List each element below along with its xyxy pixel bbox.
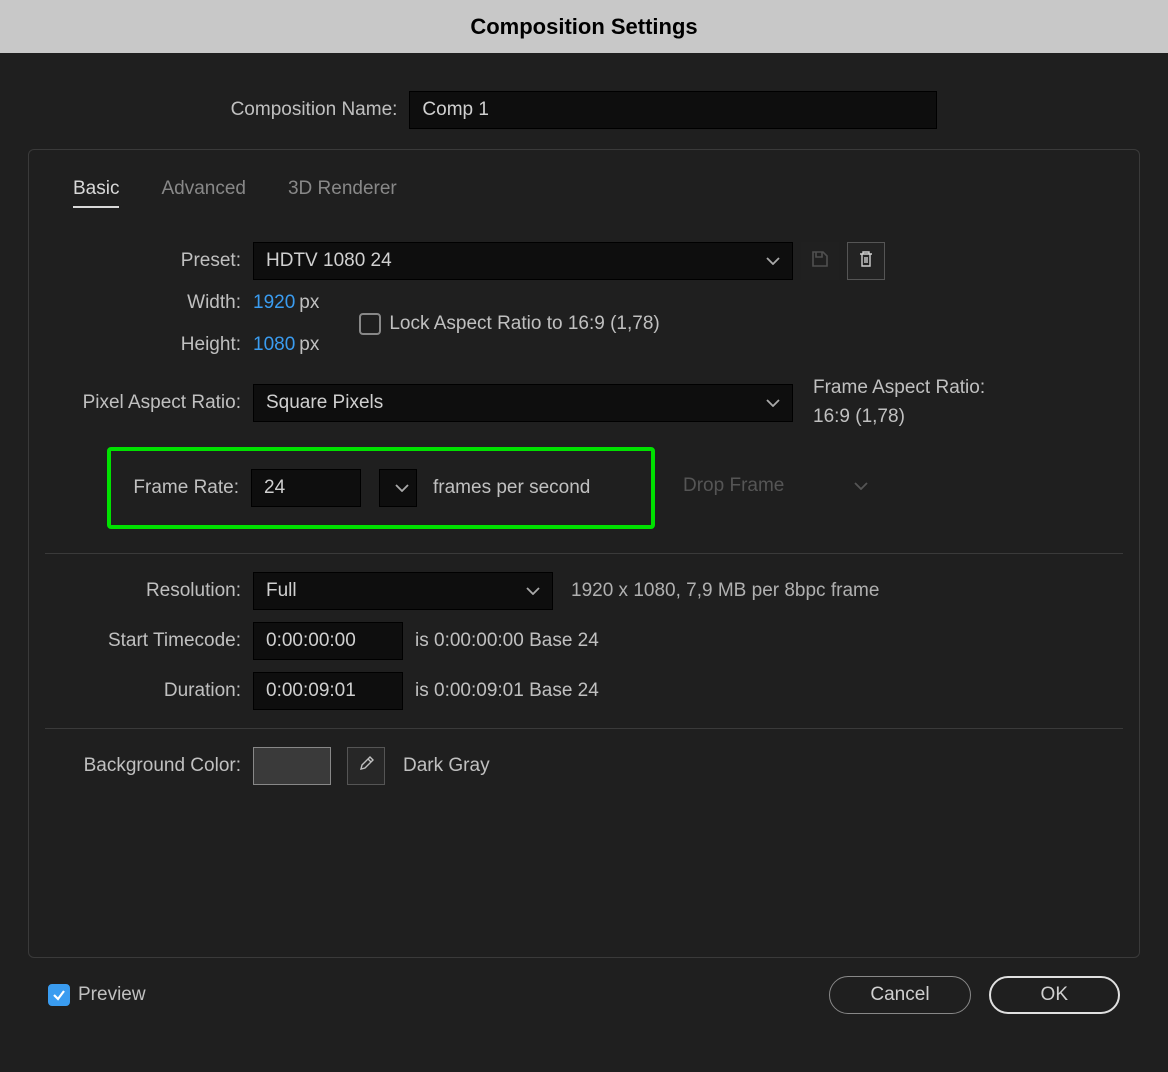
start-timecode-input[interactable] [253, 622, 403, 660]
width-value[interactable]: 1920 [253, 292, 295, 314]
duration-hint: is 0:00:09:01 Base 24 [415, 680, 599, 702]
duration-label: Duration: [45, 680, 241, 702]
pixel-aspect-dropdown[interactable]: Square Pixels [253, 384, 793, 422]
eyedropper-button[interactable] [347, 747, 385, 785]
ok-button[interactable]: OK [989, 976, 1120, 1014]
frame-rate-highlight: Frame Rate: frames per second [107, 447, 655, 529]
eyedropper-icon [356, 754, 376, 779]
drop-frame-dropdown: Drop Frame [683, 475, 868, 497]
trash-icon [856, 249, 876, 274]
frame-aspect-value: 16:9 (1,78) [813, 403, 985, 432]
resolution-label: Resolution: [45, 580, 241, 602]
preset-dropdown[interactable]: HDTV 1080 24 [253, 242, 793, 280]
background-color-label: Background Color: [45, 755, 241, 777]
pixel-aspect-value: Square Pixels [266, 392, 383, 414]
frame-rate-unit: frames per second [433, 477, 590, 499]
frame-rate-label: Frame Rate: [111, 477, 239, 499]
preset-value: HDTV 1080 24 [266, 250, 392, 272]
save-preset-button [801, 242, 839, 280]
drop-frame-label: Drop Frame [683, 475, 784, 497]
width-unit: px [299, 292, 319, 314]
chevron-down-icon [766, 257, 780, 265]
chevron-down-icon [766, 399, 780, 407]
chevron-down-icon [526, 587, 540, 595]
lock-aspect-label: Lock Aspect Ratio to 16:9 (1,78) [389, 313, 659, 335]
frame-aspect-label: Frame Aspect Ratio: [813, 374, 985, 403]
pixel-aspect-label: Pixel Aspect Ratio: [45, 392, 241, 414]
composition-name-label: Composition Name: [231, 99, 398, 121]
settings-panel: Basic Advanced 3D Renderer Preset: HDTV … [28, 149, 1140, 958]
chevron-down-icon [395, 484, 409, 492]
tab-3d-renderer[interactable]: 3D Renderer [288, 178, 397, 208]
save-preset-icon [810, 249, 830, 274]
frame-rate-dropdown[interactable] [379, 469, 417, 507]
dialog-title: Composition Settings [0, 0, 1168, 53]
preset-label: Preset: [45, 250, 241, 272]
preview-checkbox[interactable] [48, 984, 70, 1006]
frame-rate-input[interactable] [251, 469, 361, 507]
start-timecode-hint: is 0:00:00:00 Base 24 [415, 630, 599, 652]
resolution-value: Full [266, 580, 297, 602]
composition-name-input[interactable] [409, 91, 937, 129]
start-timecode-label: Start Timecode: [45, 630, 241, 652]
chevron-down-icon [854, 482, 868, 490]
height-label: Height: [45, 334, 241, 356]
cancel-button[interactable]: Cancel [829, 976, 970, 1014]
duration-input[interactable] [253, 672, 403, 710]
height-value[interactable]: 1080 [253, 334, 295, 356]
checkmark-icon [52, 988, 66, 1002]
background-color-name: Dark Gray [403, 755, 490, 777]
preview-label: Preview [78, 984, 146, 1006]
width-label: Width: [45, 292, 241, 314]
lock-aspect-checkbox[interactable] [359, 313, 381, 335]
resolution-dropdown[interactable]: Full [253, 572, 553, 610]
tab-basic[interactable]: Basic [73, 178, 119, 208]
delete-preset-button[interactable] [847, 242, 885, 280]
resolution-hint: 1920 x 1080, 7,9 MB per 8bpc frame [571, 580, 879, 602]
background-color-swatch[interactable] [253, 747, 331, 785]
tab-advanced[interactable]: Advanced [161, 178, 246, 208]
height-unit: px [299, 334, 319, 356]
